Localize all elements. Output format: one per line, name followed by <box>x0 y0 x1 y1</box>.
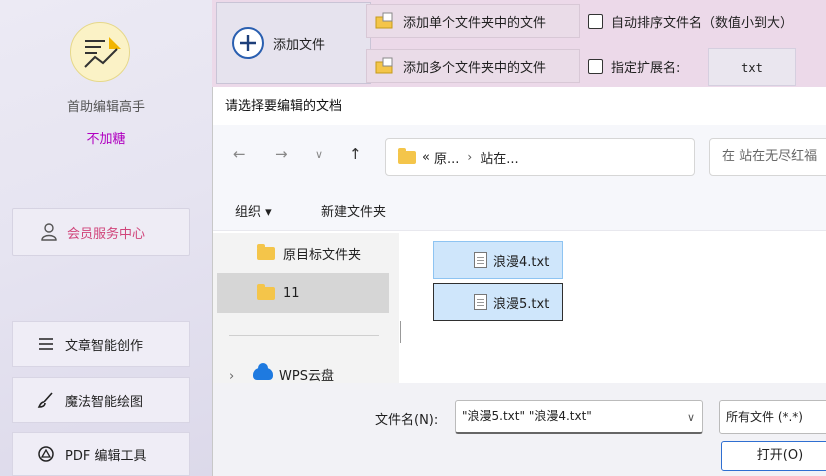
add-single-folder-label: 添加单个文件夹中的文件 <box>403 15 547 31</box>
tree-item-11[interactable]: 11 <box>217 273 389 313</box>
plus-circle-icon <box>232 27 264 59</box>
app-subtitle[interactable]: 不加糖 <box>0 128 212 147</box>
tree-item-label: WPS云盘 <box>279 368 334 384</box>
nav-pdf-tools[interactable]: PDF 编辑工具 <box>12 432 190 476</box>
nav-label: 文章智能创作 <box>65 338 144 354</box>
search-input[interactable]: 在 站在无尽红福 <box>709 138 826 176</box>
command-bar: 组织 ▾ 新建文件夹 <box>213 185 826 231</box>
nav-magic-draw[interactable]: 魔法智能绘图 <box>12 377 190 423</box>
member-center-button[interactable]: 会员服务中心 <box>12 208 190 256</box>
add-file-label: 添加文件 <box>273 37 326 53</box>
chevron-down-icon[interactable]: ∨ <box>687 411 695 424</box>
specify-ext-checkbox[interactable]: 指定扩展名: <box>588 49 680 83</box>
app-sidebar: 首助编辑高手 不加糖 会员服务中心 文章智能创作 魔法智能绘图 PDF 编辑工具 <box>0 0 212 476</box>
file-name: 浪漫5.txt <box>493 296 550 312</box>
app-logo-icon <box>70 22 130 82</box>
toolbar: 添加文件 添加单个文件夹中的文件 添加多个文件夹中的文件 自动排序文件名（数值小… <box>212 0 826 90</box>
brush-icon <box>37 392 53 408</box>
text-file-icon <box>474 252 487 268</box>
breadcrumb-prefix: « <box>422 149 430 165</box>
open-button[interactable]: 打开(O) <box>721 441 826 471</box>
breadcrumb-item[interactable]: 原... <box>434 148 459 167</box>
new-folder-button[interactable]: 新建文件夹 <box>321 201 386 220</box>
cloud-icon <box>253 363 273 380</box>
checkbox-box[interactable] <box>588 58 603 74</box>
organize-button[interactable]: 组织 ▾ <box>235 201 272 220</box>
extension-input[interactable]: txt <box>708 48 796 86</box>
nav-label: PDF 编辑工具 <box>65 448 147 464</box>
filename-label: 文件名(N): <box>375 413 439 428</box>
file-item[interactable]: 浪漫4.txt <box>433 241 563 279</box>
navigation-bar: ← → ∨ ↑ « 原... › 站在... ∨ ↻ 在 站在无尽红福 <box>213 125 826 185</box>
filetype-select[interactable]: 所有文件 (*.*) <box>719 400 826 434</box>
file-item[interactable]: 浪漫5.txt <box>433 283 563 321</box>
user-icon <box>41 223 57 241</box>
auto-sort-checkbox[interactable]: 自动排序文件名（数值小到大） <box>588 4 793 38</box>
recent-chevron-down-icon[interactable]: ∨ <box>315 148 323 161</box>
file-open-dialog: 请选择要编辑的文档 ← → ∨ ↑ « 原... › 站在... ∨ ↻ 在 站… <box>212 87 826 476</box>
filename-input[interactable]: "浪漫5.txt" "浪漫4.txt" <box>455 400 703 434</box>
add-multi-folder-button[interactable]: 添加多个文件夹中的文件 <box>366 49 580 83</box>
tree-divider <box>229 335 379 336</box>
dialog-footer: 文件名(N): "浪漫5.txt" "浪漫4.txt" ∨ 所有文件 (*.*)… <box>213 383 826 476</box>
folder-icon <box>398 147 416 164</box>
folder-add-icon <box>375 12 393 29</box>
folder-icon <box>257 243 275 260</box>
back-arrow-icon[interactable]: ← <box>233 145 246 163</box>
address-bar[interactable]: « 原... › 站在... ∨ ↻ <box>385 138 797 176</box>
folder-icon <box>257 283 275 300</box>
breadcrumb-item[interactable]: 站在... <box>480 148 518 167</box>
pdf-icon <box>38 446 54 462</box>
chevron-right-icon[interactable]: › <box>229 369 234 384</box>
tree-item-label: 11 <box>283 285 300 301</box>
navigation-tree: 原目标文件夹 11 › WPS云盘 <box>213 233 399 384</box>
tree-item-target-folder[interactable]: 原目标文件夹 <box>217 233 389 273</box>
text-file-icon <box>474 294 487 310</box>
member-center-label: 会员服务中心 <box>67 226 146 242</box>
breadcrumb-separator-icon: › <box>467 150 473 164</box>
nav-label: 魔法智能绘图 <box>65 394 144 410</box>
folder-add-icon <box>375 57 393 74</box>
tree-item-label: 原目标文件夹 <box>283 247 362 263</box>
checkbox-box[interactable] <box>588 13 603 29</box>
specify-ext-label: 指定扩展名: <box>611 60 681 76</box>
auto-sort-label: 自动排序文件名（数值小到大） <box>611 15 794 31</box>
dialog-title: 请选择要编辑的文档 <box>225 99 343 114</box>
add-file-button[interactable]: 添加文件 <box>216 2 371 84</box>
file-list: 浪漫4.txt 浪漫5.txt <box>401 233 826 383</box>
forward-arrow-icon[interactable]: → <box>275 145 288 163</box>
up-arrow-icon[interactable]: ↑ <box>349 145 362 163</box>
add-multi-folder-label: 添加多个文件夹中的文件 <box>403 60 547 76</box>
app-name: 首助编辑高手 <box>66 100 145 115</box>
menu-lines-icon <box>39 338 53 350</box>
file-name: 浪漫4.txt <box>493 254 550 270</box>
add-single-folder-button[interactable]: 添加单个文件夹中的文件 <box>366 4 580 38</box>
nav-article-create[interactable]: 文章智能创作 <box>12 321 190 367</box>
